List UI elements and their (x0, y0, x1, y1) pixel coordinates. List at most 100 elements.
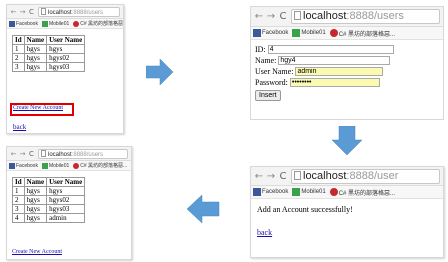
create-new-account-link[interactable]: Create New Account (13, 105, 63, 111)
page-icon (41, 7, 46, 15)
url-host: localhost (48, 151, 72, 158)
table-row: 4 hgys admin (12, 213, 86, 223)
page-icon (41, 149, 46, 157)
reload-icon[interactable]: C (27, 8, 36, 16)
username-label: User Name: (255, 67, 294, 76)
forward-arrow-icon[interactable]: → (18, 8, 27, 16)
column-header: User Name (46, 35, 86, 45)
url-host: localhost (303, 10, 347, 22)
table-row: 3 hgys hgys03 (12, 62, 86, 72)
reload-icon[interactable]: C (277, 11, 289, 22)
create-new-account-link[interactable]: Create New Account (12, 249, 62, 255)
reload-icon[interactable]: C (277, 171, 289, 182)
csharp-blog-icon (73, 20, 80, 27)
url-path: :8888/users (71, 151, 104, 158)
back-link[interactable]: back (13, 123, 26, 131)
username-field[interactable] (295, 67, 384, 76)
page-icon (294, 11, 301, 20)
back-arrow-icon[interactable]: ← (9, 150, 18, 158)
column-header: Name (23, 177, 48, 187)
bookmark-facebook[interactable]: Facebook (253, 29, 288, 37)
arrow-left-icon (186, 194, 220, 224)
back-arrow-icon[interactable]: ← (253, 11, 265, 22)
form-row-password: Password: (255, 77, 443, 88)
insert-account-form: ID: Name: User Name: Password: Insert (251, 40, 443, 101)
url-path: :8888/users (346, 10, 404, 22)
bookmarks-bar: Facebook Mobile01 C# 黑坊的部落格惡... (251, 27, 443, 40)
bookmark-facebook[interactable]: Facebook (9, 162, 38, 169)
browser-toolbar: ← → C localhost:8888/users (7, 5, 123, 19)
address-bar[interactable]: localhost:8888/users (38, 148, 128, 159)
screenshot-list-before: ← → C localhost:8888/users Facebook Mobi… (6, 4, 124, 134)
bookmark-csharp-blog[interactable]: C# 黑坊的部落格惡... (73, 20, 123, 27)
browser-toolbar: ← → C localhost:8888/user (251, 167, 443, 186)
bookmark-mobile01[interactable]: Mobile01 (292, 188, 326, 196)
bookmarks-bar: Facebook Mobile01 C# 黑坊的部落格惡... (7, 19, 123, 29)
browser-toolbar: ← → C localhost:8888/users (251, 7, 443, 27)
mobile01-icon (41, 162, 48, 169)
name-label: Name: (255, 56, 277, 65)
url-path: :8888/users (71, 9, 104, 16)
arrow-down-icon (331, 126, 363, 156)
mobile01-icon (292, 188, 301, 196)
table-row: 2 hgys hgys02 (12, 195, 86, 205)
facebook-icon (253, 188, 261, 196)
bookmark-mobile01[interactable]: Mobile01 (292, 29, 326, 37)
bookmarks-bar: Facebook Mobile01 C# 黑坊的部落格惡... (7, 161, 131, 171)
bookmark-csharp-blog[interactable]: C# 黑坊的部落格惡... (73, 162, 127, 169)
csharp-blog-icon (329, 29, 338, 37)
back-link[interactable]: back (257, 228, 272, 237)
table-row: 2 hgys hgys02 (12, 53, 86, 63)
table-header-row: Id Name User Name (12, 177, 86, 187)
table-row: 1 hgys hgys (12, 186, 86, 196)
users-table: Id Name User Name 1 hgys hgys 2 hgys hgys02 … (12, 35, 86, 72)
bookmarks-bar: Facebook Mobile01 C# 黑坊的部落格惡... (251, 186, 443, 199)
address-bar[interactable]: localhost:8888/users (291, 9, 440, 24)
name-field[interactable] (278, 56, 391, 65)
back-arrow-icon[interactable]: ← (9, 8, 18, 16)
column-header: Id (12, 177, 25, 187)
facebook-icon (253, 29, 261, 37)
screenshot-success: ← → C localhost:8888/user Facebook Mobil… (250, 166, 444, 258)
form-row-name: Name: (255, 55, 443, 66)
column-header: User Name (46, 177, 86, 187)
success-message: Add an Account successfully! (257, 205, 353, 214)
insert-button[interactable]: Insert (255, 90, 281, 101)
column-header: Name (23, 35, 48, 45)
screenshot-insert-form: ← → C localhost:8888/users Facebook Mobi… (250, 6, 444, 120)
mobile01-icon (41, 20, 48, 27)
table-header-row: Id Name User Name (12, 35, 86, 45)
address-bar[interactable]: localhost:8888/users (38, 6, 120, 17)
screenshot-list-after: ← → C localhost:8888/users Facebook Mobi… (6, 146, 132, 260)
bookmark-facebook[interactable]: Facebook (9, 20, 38, 27)
password-label: Password: (255, 78, 288, 87)
url-path: :8888/user (346, 169, 399, 182)
users-table: Id Name User Name 1 hgys hgys 2 hgys hgys02 … (12, 177, 86, 223)
bookmark-facebook[interactable]: Facebook (253, 188, 288, 196)
form-row-username: User Name: (255, 66, 443, 77)
mobile01-icon (292, 29, 301, 37)
forward-arrow-icon[interactable]: → (18, 150, 27, 158)
facebook-icon (9, 20, 15, 27)
facebook-icon (9, 162, 15, 169)
csharp-blog-icon (329, 188, 338, 196)
csharp-blog-icon (73, 162, 80, 169)
forward-arrow-icon[interactable]: → (265, 171, 277, 182)
arrow-right-icon (146, 58, 174, 86)
url-host: localhost (303, 169, 347, 182)
table-row: 1 hgys hgys (12, 44, 86, 54)
bookmark-csharp-blog[interactable]: C# 黑坊的部落格惡... (329, 188, 395, 197)
bookmark-mobile01[interactable]: Mobile01 (41, 162, 69, 169)
back-arrow-icon[interactable]: ← (253, 171, 265, 182)
password-field[interactable] (289, 78, 380, 87)
form-row-id: ID: (255, 44, 443, 55)
bookmark-csharp-blog[interactable]: C# 黑坊的部落格惡... (329, 29, 395, 38)
bookmark-mobile01[interactable]: Mobile01 (41, 20, 69, 27)
page-icon (294, 170, 301, 180)
forward-arrow-icon[interactable]: → (265, 11, 277, 22)
address-bar[interactable]: localhost:8888/user (291, 168, 440, 184)
id-label: ID: (255, 45, 266, 54)
id-field[interactable] (267, 45, 394, 54)
column-header: Id (12, 35, 25, 45)
reload-icon[interactable]: C (27, 150, 36, 158)
